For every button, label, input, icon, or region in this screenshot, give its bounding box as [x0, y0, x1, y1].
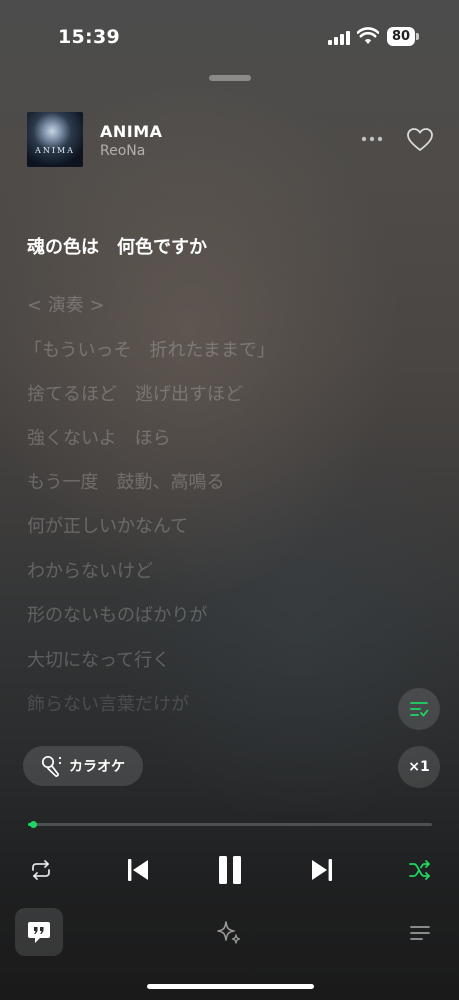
sheet-grabber[interactable]: [209, 75, 251, 81]
repeat-icon: [32, 860, 50, 880]
previous-button[interactable]: [122, 854, 154, 886]
progress-knob[interactable]: [30, 821, 37, 828]
lyric-line[interactable]: 強くないよ ほら: [27, 424, 171, 450]
pause-button[interactable]: [212, 852, 248, 888]
lyric-line[interactable]: もう一度 鼓動、高鳴る: [27, 468, 224, 494]
progress-bar[interactable]: [28, 821, 432, 828]
cellular-signal-icon: [328, 29, 352, 45]
shuffle-button[interactable]: [405, 855, 435, 885]
more-options-icon[interactable]: [360, 130, 384, 148]
status-time: 15:39: [58, 26, 120, 48]
skip-next-icon: [312, 859, 332, 881]
karaoke-mic-icon: [41, 755, 62, 777]
lyric-line[interactable]: 捨てるほど 逃げ出すほど: [27, 380, 243, 406]
playback-speed-button[interactable]: ×1: [398, 746, 440, 788]
ai-sparkle-button[interactable]: [213, 916, 245, 948]
shuffle-icon: [409, 860, 430, 880]
queue-list-icon: [410, 926, 430, 940]
pause-icon: [219, 856, 241, 884]
lyric-line[interactable]: わからないけど: [27, 557, 153, 583]
heart-icon[interactable]: [406, 127, 434, 153]
lyric-line[interactable]: 形のないものばかりが: [27, 601, 207, 627]
wifi-icon: [357, 27, 379, 44]
lyrics-list-icon: [410, 702, 429, 717]
next-button[interactable]: [306, 854, 338, 886]
karaoke-button[interactable]: カラオケ: [23, 746, 143, 786]
song-title[interactable]: ANIMA: [100, 122, 163, 141]
sparkle-icon: [217, 921, 241, 944]
quote-bubble-icon: [28, 922, 50, 943]
album-art-text: ANIMA: [35, 146, 75, 155]
battery-tip: [416, 33, 419, 40]
lyric-line[interactable]: 飾らない言葉だけが: [27, 690, 189, 716]
home-indicator[interactable]: [147, 984, 314, 989]
lyrics-view-button[interactable]: [398, 688, 440, 730]
lyric-line[interactable]: 「もういっそ 折れたままで」: [24, 336, 275, 362]
battery-icon: 80: [387, 27, 415, 46]
repeat-button[interactable]: [26, 855, 56, 885]
karaoke-label: カラオケ: [69, 759, 125, 775]
song-artist[interactable]: ReoNa: [100, 143, 145, 159]
lyric-line[interactable]: < 演奏 >: [27, 291, 105, 317]
album-art[interactable]: ANIMA: [27, 112, 83, 167]
lyric-line[interactable]: 大切になって行く: [27, 646, 170, 672]
lyrics-share-button[interactable]: [15, 908, 63, 956]
lyric-line[interactable]: 魂の色は 何色ですか: [27, 233, 207, 259]
skip-previous-icon: [128, 859, 148, 881]
queue-button[interactable]: [405, 918, 435, 948]
lyric-line[interactable]: 何が正しいかなんて: [27, 512, 188, 538]
